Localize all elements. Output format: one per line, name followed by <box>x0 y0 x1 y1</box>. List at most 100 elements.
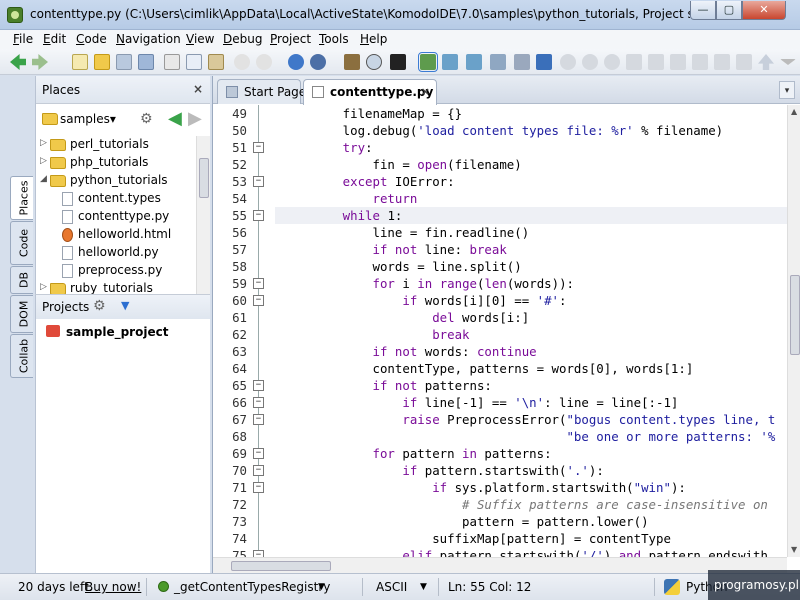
code-line[interactable]: for pattern in patterns: <box>283 445 552 462</box>
tree-file-preprocess-py[interactable]: preprocess.py <box>36 262 196 280</box>
push-icon[interactable] <box>692 54 708 70</box>
menu-tools[interactable]: Tools <box>319 32 349 46</box>
code-line[interactable]: pattern = pattern.lower() <box>283 513 649 530</box>
menu-edit[interactable]: Edit <box>43 32 66 46</box>
gear-icon[interactable]: ⚙ <box>93 298 106 314</box>
fold-toggle-icon[interactable]: − <box>253 142 264 153</box>
menu-project[interactable]: Project <box>270 32 311 46</box>
scroll-up-icon[interactable]: ▲ <box>791 107 797 116</box>
project-item[interactable]: sample_project <box>46 325 168 339</box>
komodo-app-icon[interactable] <box>7 7 23 23</box>
chevron-down-icon[interactable]: ▼ <box>420 582 427 592</box>
scroll-down-icon[interactable]: ▼ <box>791 545 797 554</box>
macro-icon[interactable] <box>514 54 530 70</box>
menu-help[interactable]: Help <box>360 32 387 46</box>
code-line[interactable]: if words[i][0] == '#': <box>283 292 566 309</box>
code-line[interactable]: elif pattern.startswith('/') and pattern… <box>283 547 768 557</box>
debug-go-icon[interactable] <box>288 54 304 70</box>
code-line[interactable]: log.debug('load content types file: %r' … <box>283 122 723 139</box>
collapse-arrow-icon[interactable]: ◢ <box>40 174 47 184</box>
horizontal-scrollbar[interactable] <box>213 557 787 573</box>
tree-file-contenttype-py[interactable]: contenttype.py <box>36 208 196 226</box>
code-line[interactable]: words = line.split() <box>283 258 522 275</box>
revert-icon[interactable] <box>648 54 664 70</box>
source-control-icon[interactable] <box>560 54 576 70</box>
tab-contenttype-py[interactable]: contenttype.py × <box>303 79 437 105</box>
paste-icon[interactable] <box>208 54 224 70</box>
fold-toggle-icon[interactable]: − <box>253 278 264 289</box>
expand-arrow-icon[interactable]: ▷ <box>40 156 47 166</box>
code-line[interactable]: if line[-1] == '\n': line = line[:-1] <box>283 394 678 411</box>
up-arrow-icon[interactable] <box>758 54 774 70</box>
diff-icon[interactable] <box>626 54 642 70</box>
forward-icon[interactable] <box>32 54 48 70</box>
code-line[interactable]: filenameMap = {} <box>283 105 462 122</box>
code-line[interactable]: line = fin.readline() <box>283 224 530 241</box>
code-line[interactable]: raise PreprocessError("bogus content.typ… <box>283 411 775 428</box>
pull-icon[interactable] <box>714 54 730 70</box>
update-icon[interactable] <box>604 54 620 70</box>
places-root-selector[interactable]: samples▾ <box>60 112 116 126</box>
code-line[interactable]: return <box>283 190 418 207</box>
add-icon[interactable] <box>536 54 552 70</box>
code-line[interactable]: # Suffix patterns are case-insensitive o… <box>283 496 768 513</box>
toggle-right-pane-icon[interactable] <box>466 54 482 70</box>
fold-toggle-icon[interactable]: − <box>253 210 264 221</box>
back-arrow-icon[interactable]: ◀ <box>168 108 182 129</box>
copy-icon[interactable] <box>186 54 202 70</box>
fold-toggle-icon[interactable]: − <box>253 482 264 493</box>
redo-icon[interactable] <box>256 54 272 70</box>
toggle-left-pane-icon[interactable] <box>418 52 438 72</box>
expand-arrow-icon[interactable]: ▷ <box>40 138 47 148</box>
minimize-button[interactable]: — <box>690 1 716 20</box>
code-line[interactable]: if not patterns: <box>283 377 492 394</box>
code-line[interactable]: while 1: <box>275 207 787 224</box>
tree-folder-perl[interactable]: ▷ perl_tutorials <box>36 136 196 154</box>
workspace-icon[interactable] <box>490 54 506 70</box>
encoding-selector[interactable]: ASCII <box>376 580 407 594</box>
menu-view[interactable]: View <box>186 32 214 46</box>
fold-toggle-icon[interactable]: − <box>253 380 264 391</box>
code-line[interactable]: try: <box>283 139 373 156</box>
tab-list-dropdown[interactable]: ▾ <box>779 81 795 99</box>
fold-toggle-icon[interactable]: − <box>253 176 264 187</box>
commit-icon[interactable] <box>582 54 598 70</box>
fold-toggle-icon[interactable]: − <box>253 448 264 459</box>
code-line[interactable]: for i in range(len(words)): <box>283 275 574 292</box>
fold-toggle-icon[interactable]: − <box>253 295 264 306</box>
code-line[interactable]: if pattern.startswith('.'): <box>283 462 603 479</box>
scroll-thumb[interactable] <box>199 158 209 198</box>
buy-now-link[interactable]: Buy now! <box>85 580 141 594</box>
tree-folder-php[interactable]: ▷ php_tutorials <box>36 154 196 172</box>
find-icon[interactable] <box>366 54 382 70</box>
back-icon[interactable] <box>10 54 26 70</box>
code-line[interactable]: del words[i:] <box>283 309 529 326</box>
history-icon[interactable] <box>670 54 686 70</box>
menu-file[interactable]: File <box>13 32 33 46</box>
run-command-icon[interactable] <box>344 54 360 70</box>
toolbar-overflow-icon[interactable] <box>780 59 796 65</box>
tree-file-helloworld-html[interactable]: helloworld.html <box>36 226 196 244</box>
close-pane-icon[interactable]: × <box>193 82 203 96</box>
maximize-button[interactable]: ▢ <box>716 1 742 20</box>
save-all-icon[interactable] <box>138 54 154 70</box>
menu-debug[interactable]: Debug <box>223 32 262 46</box>
gear-icon[interactable]: ⚙ <box>140 111 153 127</box>
tab-start-page[interactable]: Start Page <box>217 79 306 104</box>
tree-file-helloworld-py[interactable]: helloworld.py <box>36 244 196 262</box>
sync-icon[interactable] <box>736 54 752 70</box>
code-lines[interactable]: filenameMap = {} log.debug('load content… <box>275 105 787 557</box>
fold-toggle-icon[interactable]: − <box>253 465 264 476</box>
close-tab-icon[interactable]: × <box>421 85 430 98</box>
expand-arrow-icon[interactable]: ▷ <box>40 282 47 292</box>
side-tab-collab[interactable]: Collab <box>10 334 33 378</box>
fold-toggle-icon[interactable]: − <box>253 397 264 408</box>
code-line[interactable]: suffixMap[pattern] = contentType <box>283 530 671 547</box>
toolbox-icon[interactable] <box>390 54 406 70</box>
code-line[interactable]: if not line: break <box>283 241 507 258</box>
code-line[interactable]: contentType, patterns = words[0], words[… <box>283 360 694 377</box>
tree-scrollbar[interactable] <box>196 136 210 296</box>
vertical-scrollbar[interactable]: ▲ ▼ <box>787 105 800 557</box>
toggle-bottom-pane-icon[interactable] <box>442 54 458 70</box>
forward-arrow-icon[interactable]: ▶ <box>188 108 202 129</box>
